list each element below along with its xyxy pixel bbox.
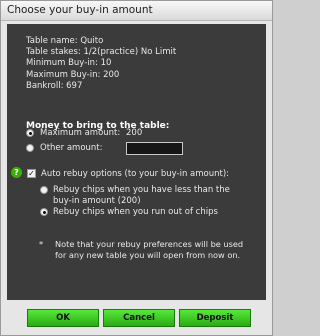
deposit-button[interactable]: Deposit [179,309,251,327]
auto-rebuy-checkbox[interactable]: ✓ [27,169,36,178]
minimum-buyin: Minimum Buy-in: 10 [26,58,112,69]
buyin-dialog: Choose your buy-in amount Table name: Qu… [0,0,273,336]
other-amount-radio[interactable] [26,144,34,152]
help-icon[interactable]: ? [11,167,22,178]
note-star: * [39,239,44,249]
other-amount-label: Other amount: [40,143,103,153]
maximum-buyin: Maximum Buy-in: 200 [26,69,120,80]
auto-rebuy-label: Auto rebuy options (to your buy-in amoun… [41,169,230,179]
note-line-2: for any new table you will open from now… [55,250,241,260]
table-stakes: Table stakes: 1/2(practice) No Limit [26,47,177,58]
rebuy-less-than-label-1: Rebuy chips when you have less than the [53,185,230,195]
table-info: Table name: Quito Table stakes: 1/2(prac… [26,36,176,92]
title-bar: Choose your buy-in amount [1,1,272,21]
rebuy-out-of-chips-label: Rebuy chips when you run out of chips [53,207,218,217]
rebuy-out-of-chips-radio[interactable] [40,208,48,216]
note-line-1: Note that your rebuy preferences will be… [55,239,244,249]
other-amount-input[interactable] [126,142,183,155]
ok-button[interactable]: OK [27,309,99,327]
cancel-button[interactable]: Cancel [103,309,175,327]
dialog-title: Choose your buy-in amount [7,4,153,16]
rebuy-less-than-radio[interactable] [40,186,48,194]
rebuy-less-than-label-2: buy-in amount (200) [53,196,141,206]
max-amount-value: 200 [126,128,143,138]
table-name: Table name: Quito [26,36,104,46]
max-amount-radio[interactable] [26,129,34,137]
bankroll: Bankroll: 697 [26,80,83,91]
max-amount-label: Maximum amount: [40,128,121,138]
content-panel: Table name: Quito Table stakes: 1/2(prac… [7,24,266,300]
